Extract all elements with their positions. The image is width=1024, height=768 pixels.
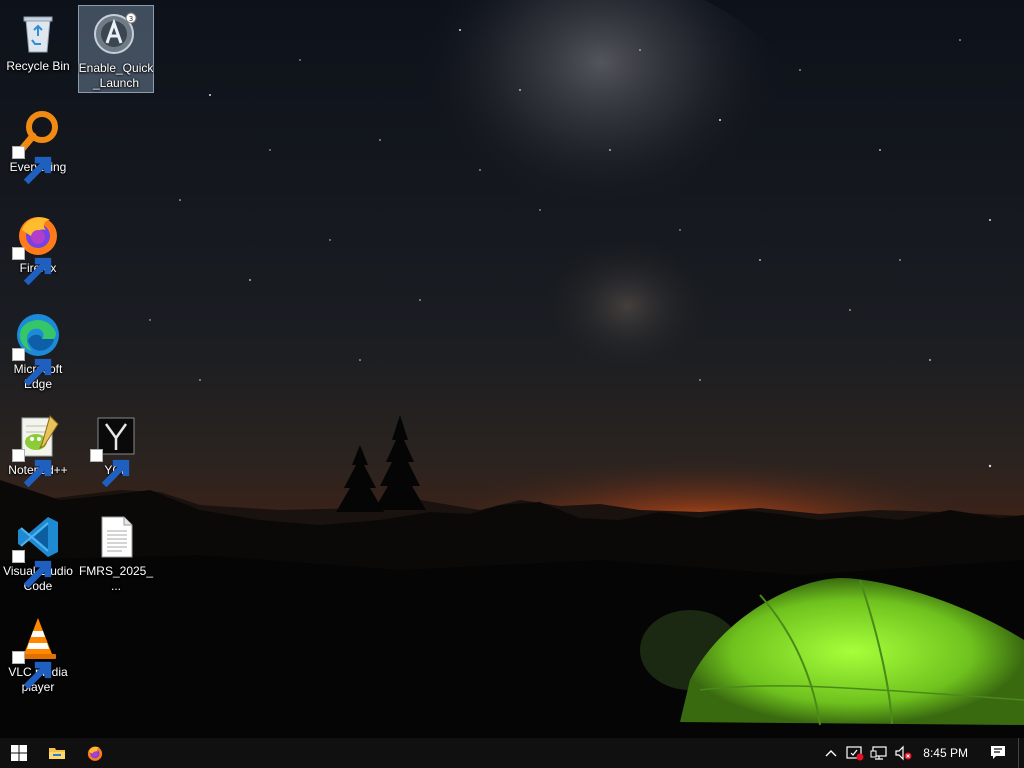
recycle-bin-icon (14, 8, 62, 56)
taskbar-file-explorer-button[interactable] (38, 738, 76, 768)
desktop-icon-label: Enable_Quick_Launch (78, 61, 154, 90)
action-center-icon (991, 746, 1005, 759)
network-tray-button[interactable] (867, 738, 891, 768)
taskbar-clock[interactable]: 8:45 PM (915, 738, 978, 768)
notepadpp-icon (12, 412, 62, 488)
shortcut-arrow-icon (12, 550, 52, 589)
enable-quick-launch-shortcut[interactable]: 3 Enable_Quick_Launch (78, 5, 154, 93)
firefox-icon (12, 210, 62, 286)
everything-shortcut[interactable]: Everything (0, 105, 76, 193)
desktop[interactable]: Recycle Bin 3 Enable_Quick_Launch Everyt… (0, 0, 1024, 738)
firefox-icon (87, 746, 103, 761)
vscode-shortcut[interactable]: Visual Studio Code (0, 509, 76, 597)
vlc-icon (12, 614, 62, 690)
windows-start-icon (11, 745, 27, 761)
edge-icon (12, 311, 62, 387)
network-icon (870, 746, 887, 760)
shortcut-arrow-icon (12, 449, 52, 488)
file-explorer-icon (49, 748, 65, 759)
action-center-button[interactable] (978, 738, 1018, 768)
volume-tray-button[interactable] (891, 738, 915, 768)
wallpaper-image (0, 0, 1024, 738)
shortcut-arrow-icon (12, 651, 52, 690)
recycle-bin-shortcut[interactable]: Recycle Bin (0, 4, 76, 92)
ycl-shortcut[interactable]: YCL (78, 408, 154, 496)
chevron-up-icon (825, 750, 837, 757)
autoit-script-icon: 3 (92, 10, 140, 58)
security-alert-icon (846, 746, 864, 761)
ycl-icon (90, 412, 140, 488)
shortcut-arrow-icon (90, 449, 130, 488)
notepadpp-shortcut[interactable]: Notepad++ (0, 408, 76, 496)
security-alert-tray-button[interactable] (843, 738, 867, 768)
desktop-icon-label: Recycle Bin (6, 59, 70, 73)
svg-text:3: 3 (129, 15, 133, 23)
text-file-icon (92, 513, 140, 561)
firefox-shortcut[interactable]: Firefox (0, 206, 76, 294)
desktop-icon-label: FMRS_2025_... (78, 564, 154, 593)
taskbar: 8:45 PM (0, 738, 1024, 768)
show-hidden-icons-button[interactable] (819, 738, 843, 768)
vscode-icon (12, 513, 62, 589)
everything-search-icon (12, 109, 62, 185)
show-desktop-button[interactable] (1018, 738, 1024, 768)
system-tray: 8:45 PM (819, 738, 1024, 768)
microsoft-edge-shortcut[interactable]: Microsoft Edge (0, 307, 76, 395)
shortcut-arrow-icon (12, 247, 52, 286)
shortcut-arrow-icon (12, 146, 52, 185)
start-button[interactable] (0, 738, 38, 768)
shortcut-arrow-icon (12, 348, 52, 387)
vlc-shortcut[interactable]: VLC media player (0, 610, 76, 698)
volume-muted-icon (895, 745, 912, 761)
taskbar-firefox-button[interactable] (76, 738, 114, 768)
fmrs-file-shortcut[interactable]: FMRS_2025_... (78, 509, 154, 597)
